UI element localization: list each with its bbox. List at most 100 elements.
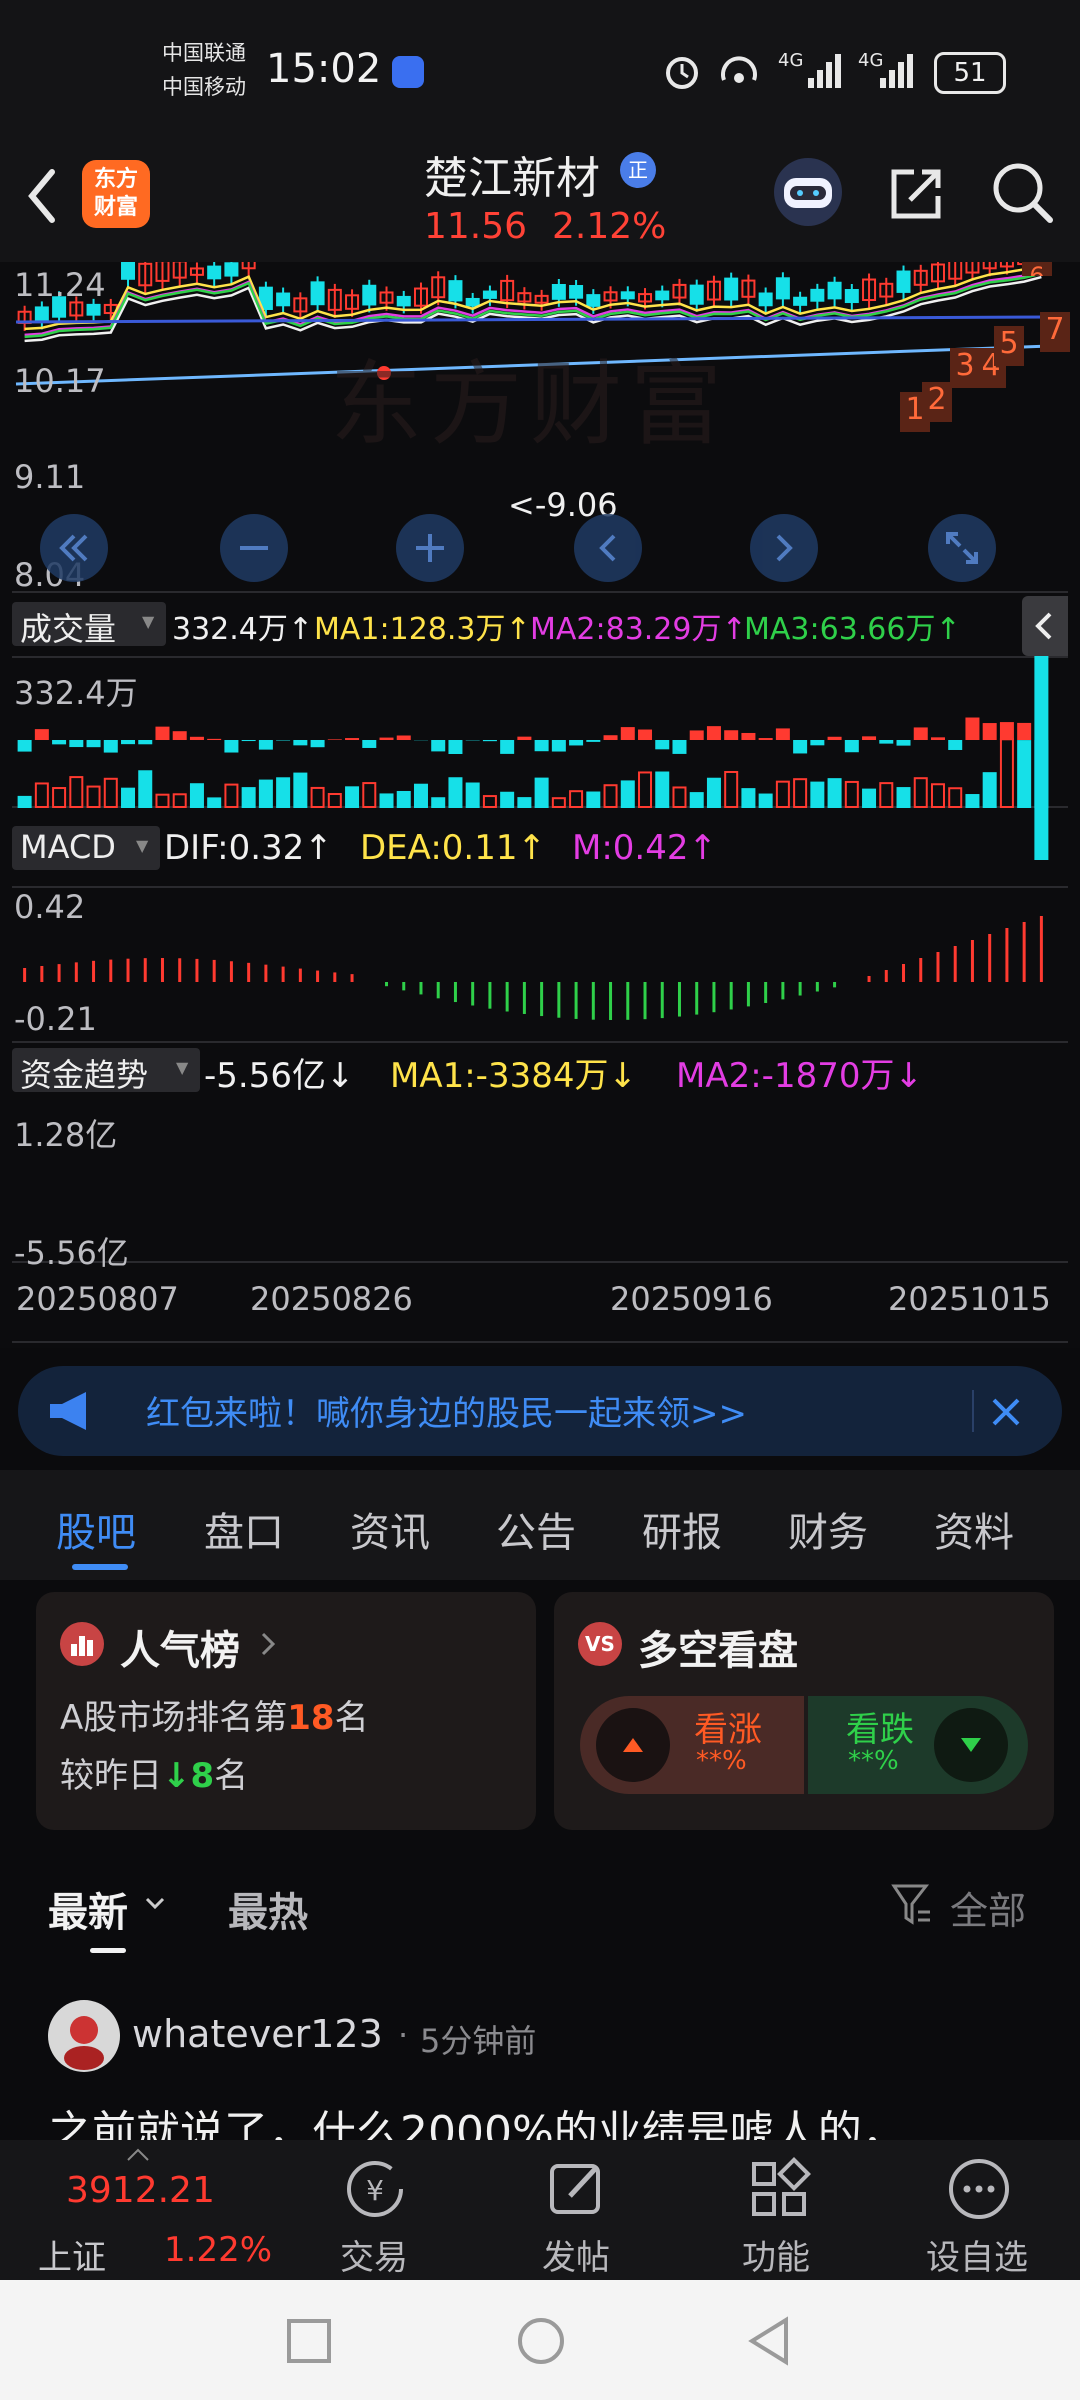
macd-bottom-tick: -0.21 [14,1000,97,1038]
macd-dea: DEA:0.11↑ [360,828,546,868]
fund-bar [948,740,963,750]
popularity-rank-line: A股市场排名第18名 [60,1690,369,1739]
tab-guba[interactable]: 股吧 [56,1500,136,1558]
bull-bear-title: 多空看盘 [638,1628,798,1674]
more-icon[interactable] [946,2156,1012,2222]
index-change[interactable]: 1.22% [164,2230,272,2270]
fund-indicator-selector[interactable]: 资金趋势 ▼ [12,1048,200,1094]
price-tick-2: 10.17 [14,362,106,400]
chart-zoom-in-button[interactable] [396,514,464,582]
fund-bar [638,729,653,740]
robot-assistant-icon[interactable] [770,156,846,228]
back-nav-icon[interactable] [746,2316,792,2366]
volume-ma2: MA2:83.29万↑ [530,612,747,647]
candle-body [810,288,825,302]
grid-icon[interactable] [746,2156,812,2222]
tab-pankou[interactable]: 盘口 [204,1500,284,1558]
candle-body [775,277,790,300]
battery-indicator: 51 [934,52,1006,94]
volume-bar [465,782,480,809]
volume-bar [620,780,635,808]
close-icon[interactable] [988,1394,1024,1430]
app-notification-icon [392,56,424,88]
tab-announcements[interactable]: 公告 [496,1500,576,1558]
chart-prev-button[interactable] [574,514,642,582]
footer-trade[interactable]: 交易 [340,2230,408,2279]
signal-icon-2 [880,54,913,88]
candle-body [655,290,670,301]
fund-ma1: MA1:-3384万↓ [390,1056,637,1096]
alarm-icon [666,57,698,89]
volume-indicator-selector[interactable]: 成交量 ▼ [12,602,166,648]
change-prefix: 较昨日 [60,1756,162,1796]
compose-icon[interactable] [544,2156,610,2222]
trade-icon[interactable]: ¥ [342,2156,408,2222]
candle-body [86,303,101,316]
fund-bar [448,740,463,754]
post-username[interactable]: whatever123 [132,2012,383,2056]
date-tick-1: 20250807 [16,1280,179,1318]
volume-bar [586,791,601,809]
candle-body [827,281,842,300]
fund-bar [534,740,549,752]
carrier-2: 中国移动 [162,75,246,99]
index-name[interactable]: 上证 [38,2230,106,2279]
fund-bar [655,740,670,750]
tab-news[interactable]: 资讯 [350,1500,430,1558]
search-icon[interactable] [990,160,1056,226]
popularity-title: 人气榜 [120,1628,240,1674]
volume-bar [517,797,532,808]
volume-bar [655,771,670,808]
chart-next-button[interactable] [750,514,818,582]
up-arrow-icon [596,1708,670,1782]
volume-bar [896,787,911,808]
change-arrow: ↓ [162,1756,191,1796]
volume-bar [396,790,411,809]
share-icon[interactable] [886,164,946,224]
avatar[interactable] [48,2000,120,2072]
stock-name[interactable]: 楚江新材 [424,142,600,206]
back-icon[interactable] [22,166,62,226]
home-icon[interactable] [516,2316,566,2366]
recent-apps-icon[interactable] [286,2318,332,2364]
index-value[interactable]: 3912.21 [66,2170,215,2211]
chart-fullscreen-button[interactable] [928,514,996,582]
collapse-panel-button[interactable] [1022,596,1068,656]
volume-bar [103,777,118,808]
footer-add-watchlist[interactable]: 设自选 [926,2230,1028,2279]
filter-label[interactable]: 全部 [950,1880,1026,1935]
volume-selector-label: 成交量 [20,610,117,648]
clock: 15:02 [266,46,382,92]
fund-bar [34,729,49,740]
volume-bar [69,776,84,808]
fund-bar [620,727,635,740]
volume-bar [413,783,428,809]
filter-icon[interactable] [890,1880,934,1928]
chart-zoom-out-button[interactable] [220,514,288,582]
footer-post[interactable]: 发帖 [542,2230,610,2279]
chart-gridlines [12,591,1068,1343]
fund-bar [706,726,721,740]
post-text[interactable]: 之前就说了，什么2000%的业绩是唬人的， [48,2096,1048,2140]
macd-indicator-selector[interactable]: MACD ▼ [12,826,160,870]
volume-bar [793,778,808,808]
volume-bar [34,782,49,809]
chart-scroll-left-fast-button[interactable] [40,514,108,582]
promo-banner-text[interactable]: 红包来啦！喊你身边的股民一起来领>> [146,1386,747,1435]
sort-hot[interactable]: 最热 [228,1880,308,1938]
tab-profile[interactable]: 资料 [934,1500,1014,1558]
fund-bar [586,740,601,742]
sort-latest[interactable]: 最新 [48,1880,128,1938]
plus-icon [416,534,444,562]
fund-bar [603,735,618,740]
footer-functions[interactable]: 功能 [742,2230,810,2279]
volume-bar [155,793,170,808]
post-time-dot: · [398,2016,409,2054]
tab-finance[interactable]: 财务 [788,1500,868,1558]
tab-research[interactable]: 研报 [642,1500,722,1558]
brand-logo[interactable]: 东方 财富 [82,160,150,228]
signal-icon-1 [808,54,841,88]
candle-body [34,306,49,323]
chevron-right-icon [776,534,793,562]
fund-bar [500,740,515,754]
